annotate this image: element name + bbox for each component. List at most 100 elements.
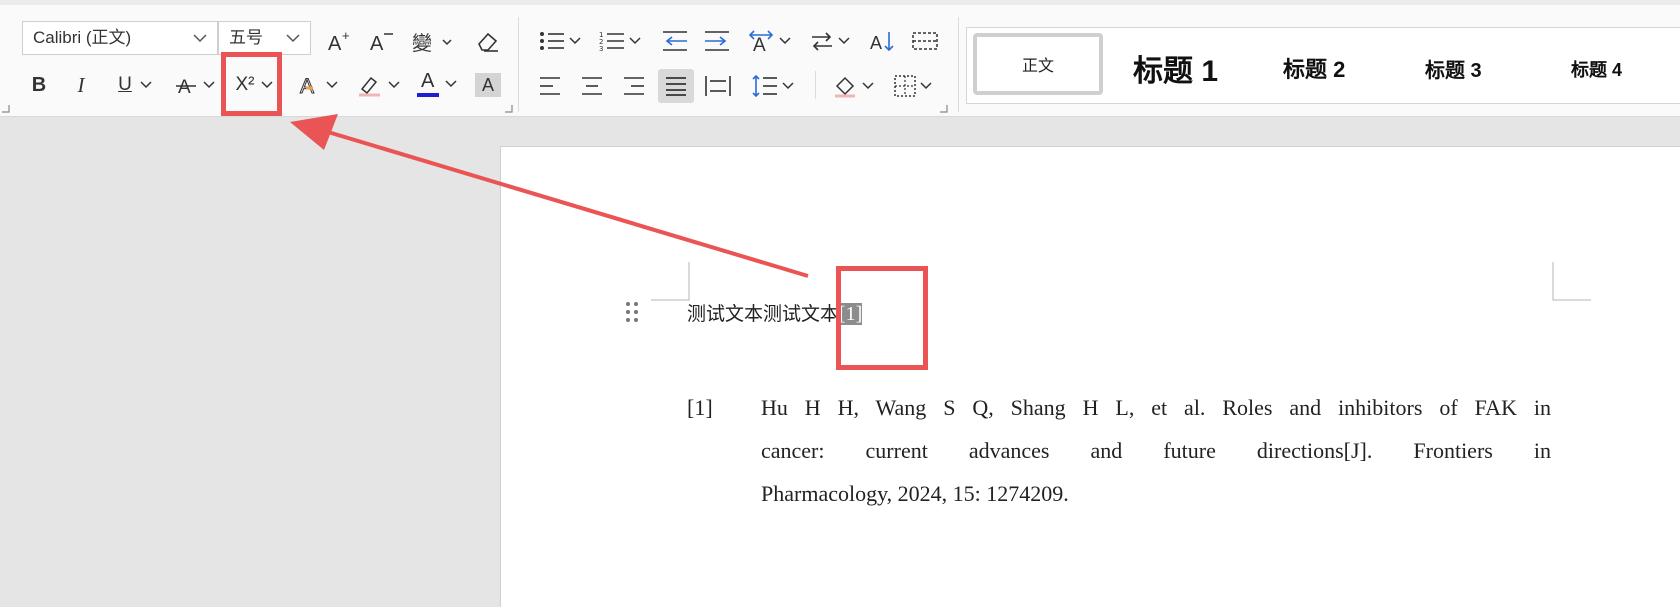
styles-gallery: 正文 标题 1 标题 2 标题 3 标题 4 — [966, 27, 1680, 104]
paragraph-dialog-launcher-icon[interactable] — [940, 105, 948, 113]
italic-label: I — [77, 72, 85, 97]
font-group-launcher-icon[interactable] — [505, 105, 513, 113]
reference-line-3: Pharmacology, 2024, 15: 1274209. — [761, 481, 1069, 506]
chevron-down-icon — [838, 37, 850, 45]
shading-button[interactable] — [830, 72, 876, 100]
reference-number: [1] — [687, 395, 713, 420]
svg-text:A: A — [753, 35, 766, 53]
ltr-rtl-button[interactable] — [808, 27, 852, 55]
justify-button[interactable] — [658, 69, 694, 103]
svg-text:A: A — [870, 33, 882, 53]
style-heading-4[interactable]: 标题 4 — [1571, 56, 1622, 82]
font-color-button[interactable]: A — [414, 69, 460, 99]
show-hide-marks-button[interactable] — [910, 27, 940, 55]
bullets-button[interactable] — [538, 27, 582, 55]
phonetic-guide-icon: 變 — [412, 31, 452, 54]
decrease-indent-icon — [663, 31, 687, 51]
underline-label: U — [118, 74, 132, 95]
font-size-combo[interactable]: 五号 — [218, 21, 311, 55]
highlight-button[interactable] — [355, 71, 401, 99]
style-heading-3-label: 标题 3 — [1425, 60, 1482, 82]
shrink-font-icon: A — [370, 33, 393, 53]
bullet-list-icon — [540, 32, 564, 50]
chevron-down-icon — [203, 81, 215, 89]
style-heading-3[interactable]: 标题 3 — [1425, 54, 1482, 83]
strikethrough-icon: A — [176, 77, 196, 96]
document-page[interactable]: 测试文本测试文本[1] [1] Hu H H, Wang S Q, Shang … — [500, 146, 1680, 607]
text-effect-icon: A — [300, 75, 315, 98]
text-direction-button[interactable]: A — [746, 27, 792, 55]
text-direction-icon: A — [748, 30, 774, 53]
svg-text:A: A — [328, 33, 342, 53]
chevron-down-icon — [193, 34, 207, 43]
chevron-down-icon — [326, 81, 338, 89]
font-dialog-launcher-icon[interactable] — [2, 105, 10, 113]
chevron-down-icon — [286, 34, 300, 43]
eraser-icon — [478, 32, 498, 52]
chevron-down-icon — [140, 81, 152, 89]
swap-direction-icon — [812, 32, 832, 51]
phonetic-guide-button[interactable]: 變 — [410, 27, 456, 55]
style-heading-2-label: 标题 2 — [1283, 57, 1346, 82]
chevron-down-icon — [445, 80, 457, 88]
sort-button[interactable]: A — [868, 27, 898, 55]
chevron-down-icon — [569, 37, 581, 45]
svg-text:+: + — [342, 29, 350, 43]
align-right-button[interactable] — [619, 72, 649, 100]
group-separator — [958, 17, 959, 112]
style-heading-2[interactable]: 标题 2 — [1283, 52, 1345, 84]
borders-icon — [894, 75, 916, 97]
underline-button[interactable]: U — [112, 71, 158, 99]
svg-text:3: 3 — [599, 45, 603, 52]
paint-bucket-icon — [835, 76, 855, 98]
character-shading-button[interactable]: A — [475, 73, 501, 97]
grow-font-icon: A + — [328, 29, 350, 53]
distributed-button[interactable] — [703, 72, 733, 100]
sort-az-icon: A — [870, 32, 894, 53]
numbered-list-icon: 123 — [599, 31, 624, 52]
strikethrough-button[interactable]: A — [172, 71, 218, 99]
grow-font-button[interactable]: A + — [325, 27, 355, 55]
italic-button[interactable]: I — [68, 71, 94, 99]
style-normal-label: 正文 — [1021, 56, 1054, 75]
line-spacing-button[interactable] — [750, 72, 796, 100]
drag-handle-icon[interactable] — [625, 301, 639, 323]
borders-button[interactable] — [890, 72, 936, 100]
justify-icon — [666, 77, 686, 96]
align-left-button[interactable] — [535, 72, 565, 100]
margin-corner-top-left — [651, 262, 690, 301]
align-left-icon — [540, 77, 560, 95]
text-effect-button[interactable]: A — [295, 71, 341, 99]
bold-label: B — [31, 73, 47, 96]
chevron-down-icon — [629, 37, 641, 45]
reference-line-2: cancer: current advances and future dire… — [761, 438, 1551, 463]
style-normal[interactable]: 正文 — [973, 33, 1103, 95]
gridlines-icon — [912, 32, 938, 50]
character-shading-label: A — [481, 74, 494, 95]
align-center-button[interactable] — [577, 72, 607, 100]
style-heading-1-label: 标题 1 — [1133, 55, 1219, 88]
numbering-button[interactable]: 123 — [598, 27, 642, 55]
font-size-value: 五号 — [229, 28, 263, 47]
shrink-font-button[interactable]: A — [367, 27, 397, 55]
font-color-bar — [417, 93, 439, 97]
annotation-highlight-superscript — [221, 52, 282, 116]
chevron-down-icon — [920, 82, 932, 90]
svg-text:A: A — [370, 33, 384, 53]
increase-indent-icon — [705, 31, 729, 51]
line-spacing-icon — [752, 74, 777, 98]
increase-indent-button[interactable] — [702, 27, 732, 55]
svg-text:變: 變 — [412, 31, 432, 54]
clear-format-button[interactable] — [473, 27, 503, 55]
align-center-icon — [582, 77, 602, 95]
group-separator — [518, 17, 519, 112]
font-color-swatch: A — [417, 70, 439, 98]
reference-line-1: Hu H H, Wang S Q, Shang H L, et al. Role… — [761, 395, 1551, 420]
font-name-combo[interactable]: Calibri (正文) — [22, 21, 218, 55]
decrease-indent-button[interactable] — [660, 27, 690, 55]
bold-button[interactable]: B — [26, 71, 52, 99]
highlighter-icon — [359, 76, 380, 97]
style-heading-1[interactable]: 标题 1 — [1133, 46, 1218, 90]
svg-text:A: A — [300, 75, 314, 97]
font-name-value: Calibri (正文) — [33, 28, 132, 47]
